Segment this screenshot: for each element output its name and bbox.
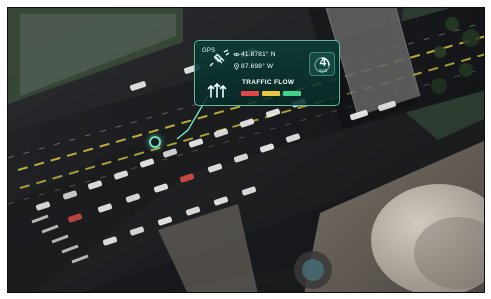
screenshot-frame: GPS 41.8781° N 87.698° W 4 mph TRAFFIC F…: [7, 7, 485, 293]
speed-readout: 4 mph: [309, 52, 335, 76]
fountain-inner: [302, 259, 324, 281]
speed-value: 4: [319, 55, 327, 69]
traffic-flow-bar-red: [241, 91, 259, 96]
traffic-flow-bar-yellow: [262, 91, 280, 96]
eye-icon: [233, 52, 240, 57]
traffic-flow-bar-green: [283, 91, 301, 96]
vehicle-telemetry-panel: GPS 41.8781° N 87.698° W 4 mph TRAFFIC F…: [194, 40, 340, 106]
longitude-value: 87.698° W: [241, 63, 274, 70]
speed-unit: mph: [318, 68, 328, 73]
location-pin-icon: [234, 63, 239, 70]
traffic-flow-bars: [241, 91, 301, 96]
latitude-value: 41.8781° N: [241, 51, 276, 58]
lanes-arrows-icon: [207, 82, 227, 98]
satellite-icon: [209, 49, 230, 67]
traffic-flow-title: TRAFFIC FLOW: [242, 79, 295, 86]
